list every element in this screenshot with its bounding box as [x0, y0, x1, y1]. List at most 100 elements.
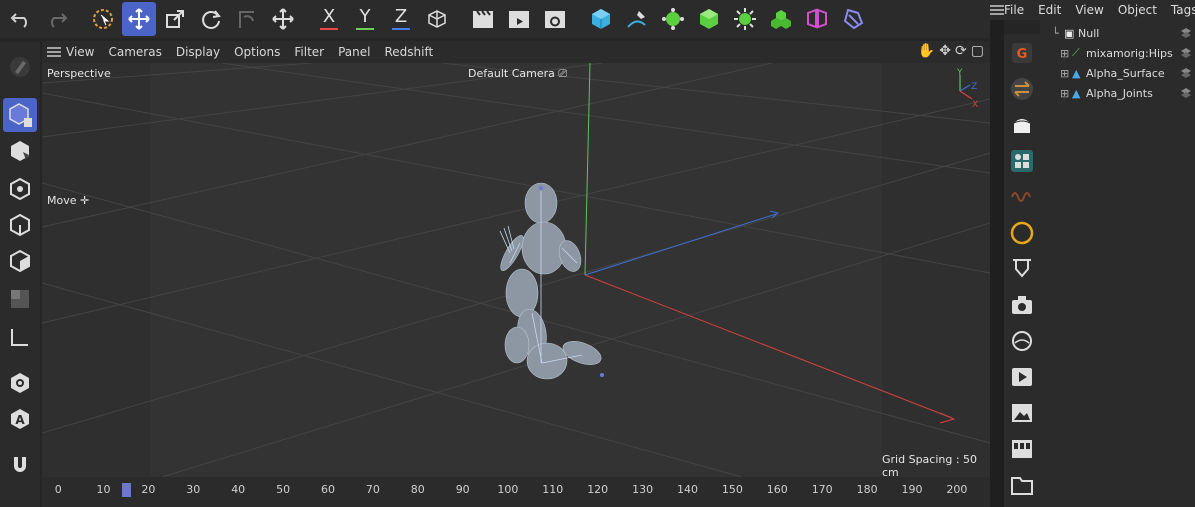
sound-wave-icon[interactable]: [1007, 182, 1037, 212]
render-settings-button[interactable]: [538, 2, 572, 36]
y-axis-lock-button[interactable]: Y: [348, 2, 382, 36]
visibility-icon[interactable]: [1181, 68, 1191, 78]
expand-icon[interactable]: ⊞: [1060, 67, 1072, 80]
folder-icon[interactable]: [1007, 470, 1037, 500]
timeline-tick-label: 60: [321, 483, 335, 496]
extrude-button[interactable]: [692, 2, 726, 36]
points-mode-button[interactable]: [3, 172, 37, 206]
object-name: Alpha_Joints: [1086, 86, 1153, 100]
camera-icon[interactable]: [1007, 290, 1037, 320]
projector-icon[interactable]: [1007, 254, 1037, 284]
axis-mode-button[interactable]: [3, 320, 37, 354]
ring-icon[interactable]: [1007, 218, 1037, 248]
recent-tool-button[interactable]: [230, 2, 264, 36]
sphere-light-icon[interactable]: [1007, 326, 1037, 356]
object-row-alpha-joints[interactable]: ⊞ ▲ Alpha_Joints: [1040, 83, 1195, 103]
viewport-menu-panel[interactable]: Panel: [338, 45, 370, 59]
make-editable-button[interactable]: [3, 50, 37, 84]
viewport-menu-display[interactable]: Display: [176, 45, 220, 59]
viewport-menu-view[interactable]: View: [66, 45, 94, 59]
tool-name: Move: [47, 194, 77, 207]
snap-magnet-button[interactable]: [3, 448, 37, 482]
object-row-hips[interactable]: ⊞ ⟋ mixamorig:Hips: [1040, 43, 1195, 63]
viewport-menu-options[interactable]: Options: [234, 45, 280, 59]
redo-button[interactable]: [40, 2, 74, 36]
edges-mode-button[interactable]: [3, 208, 37, 242]
timeline-tick-label: 200: [946, 483, 968, 496]
g-plugin-icon[interactable]: G: [1007, 38, 1037, 68]
grid-spacing-label: Grid Spacing : 50 cm: [882, 453, 990, 477]
cinema4d-window: X Y Z A View Cameras Display Options Fil…: [0, 0, 1195, 507]
expand-icon[interactable]: ⊞: [1060, 47, 1072, 60]
object-menu-object[interactable]: Object: [1118, 3, 1157, 17]
pan-icon[interactable]: ✋: [918, 43, 935, 59]
uv-mode-button[interactable]: [3, 282, 37, 316]
dolly-icon[interactable]: ✥: [939, 43, 951, 59]
node-editor-icon[interactable]: [1007, 146, 1037, 176]
live-selection-button[interactable]: [86, 2, 120, 36]
maximize-viewport-icon[interactable]: ▢: [971, 43, 984, 59]
model-mode-button[interactable]: [3, 98, 37, 132]
viewport-menu-cameras[interactable]: Cameras: [108, 45, 161, 59]
deformer-button[interactable]: [800, 2, 834, 36]
timeline-tick-label: 20: [141, 483, 156, 496]
undo-button[interactable]: [4, 2, 38, 36]
perspective-viewport[interactable]: Perspective Default Camera ⎚ Move ✛ Y Z …: [42, 63, 990, 477]
camera-label: Default Camera ⎚: [468, 67, 567, 81]
polygon-object-icon: ▲: [1072, 86, 1081, 100]
subdivision-surface-button[interactable]: [656, 2, 690, 36]
gizmo-z-label: Z: [971, 82, 977, 92]
cube-object-button[interactable]: [584, 2, 618, 36]
visibility-icon[interactable]: [1181, 28, 1191, 38]
material-icon[interactable]: [1007, 110, 1037, 140]
object-menu-edit[interactable]: Edit: [1038, 3, 1061, 17]
timeline-tick-label: 180: [856, 483, 878, 496]
camera-name: Default Camera: [468, 67, 555, 80]
timeline-tick-label: 110: [542, 483, 564, 496]
play-icon[interactable]: [1007, 362, 1037, 392]
scale-tool-button[interactable]: [158, 2, 192, 36]
viewport-menubar: View Cameras Display Options Filter Pane…: [42, 41, 990, 63]
render-view-button[interactable]: [466, 2, 500, 36]
visibility-icon[interactable]: [1181, 88, 1191, 98]
object-menu-tags[interactable]: Tags: [1171, 3, 1195, 17]
solo-button[interactable]: [3, 366, 37, 400]
object-name: Null: [1078, 26, 1100, 40]
x-axis-lock-button[interactable]: X: [312, 2, 346, 36]
timeline-ruler[interactable]: 0 10 20 30 40 50 60 70 80 90 100 110 120 130 140 150 160…: [42, 477, 990, 507]
cloner-button[interactable]: [728, 2, 762, 36]
main-toolbar: X Y Z: [0, 0, 990, 38]
viewport-menu-redshift[interactable]: Redshift: [384, 45, 433, 59]
object-row-alpha-surface[interactable]: ⊞ ▲ Alpha_Surface: [1040, 63, 1195, 83]
visibility-icon[interactable]: [1181, 48, 1191, 58]
coordinate-system-button[interactable]: [420, 2, 454, 36]
gizmo-x-label: X: [972, 100, 978, 109]
field-button[interactable]: [836, 2, 870, 36]
pen-spline-button[interactable]: [620, 2, 654, 36]
transform-tool-button[interactable]: [266, 2, 300, 36]
timeline-playhead[interactable]: [122, 483, 131, 497]
swap-icon[interactable]: [1007, 74, 1037, 104]
hamburger-icon[interactable]: [42, 47, 66, 57]
image-icon[interactable]: [1007, 398, 1037, 428]
timeline-tick-label: 130: [632, 483, 654, 496]
z-axis-lock-button[interactable]: Z: [384, 2, 418, 36]
viewport-menu-filter[interactable]: Filter: [294, 45, 324, 59]
object-row-null[interactable]: └ ▣ Null: [1040, 23, 1195, 43]
expand-icon[interactable]: ⊞: [1060, 87, 1072, 100]
object-menu-view[interactable]: View: [1075, 3, 1103, 17]
rotate-tool-button[interactable]: [194, 2, 228, 36]
snap-text-button[interactable]: A: [3, 402, 37, 436]
orbit-icon[interactable]: ⟳: [955, 43, 967, 59]
collapse-icon[interactable]: └: [1052, 27, 1064, 40]
mograph-button[interactable]: [764, 2, 798, 36]
render-to-picture-viewer-button[interactable]: [502, 2, 536, 36]
move-tool-button[interactable]: [122, 2, 156, 36]
film-strip-icon[interactable]: [1007, 434, 1037, 464]
tool-label: Move ✛: [47, 194, 89, 207]
object-menu-file[interactable]: File: [1004, 3, 1024, 17]
polygons-mode-button[interactable]: [3, 244, 37, 278]
object-name: mixamorig:Hips: [1086, 46, 1173, 60]
object-mode-button[interactable]: [3, 134, 37, 168]
object-manager-hamburger-icon[interactable]: [990, 5, 1004, 15]
